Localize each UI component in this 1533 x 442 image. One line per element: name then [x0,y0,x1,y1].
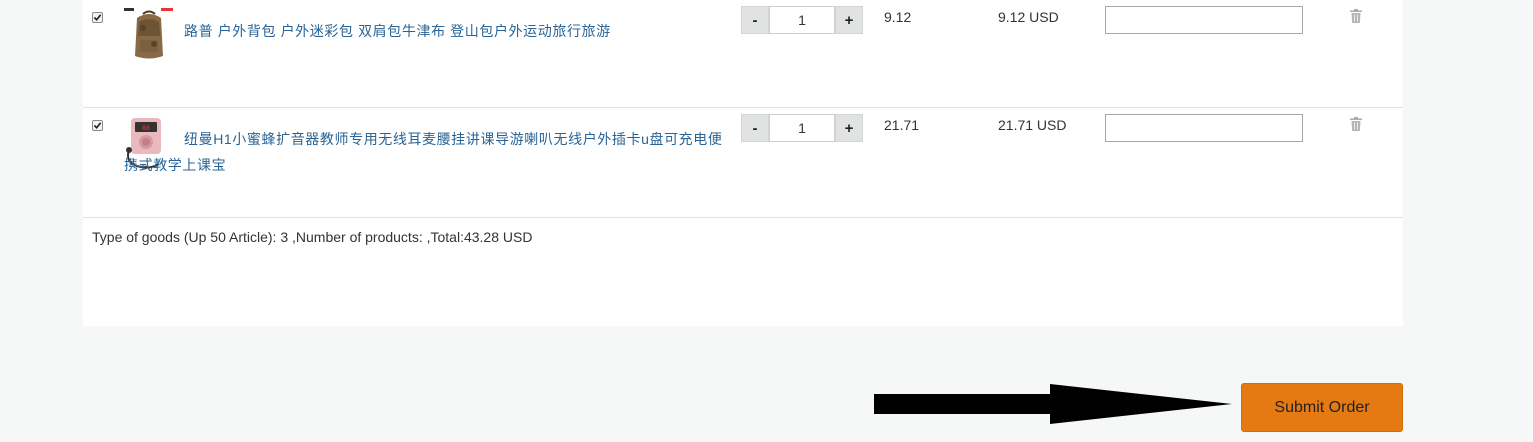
remark-input[interactable] [1105,114,1303,142]
cart-row: 88 纽曼H1小蜜蜂扩音器教师专用无线耳麦腰挂讲课导游喇叭无线户外插卡u盘可充电… [83,108,1403,218]
item-checkbox[interactable] [92,120,103,131]
trash-icon [1350,117,1362,131]
quantity-input[interactable] [769,114,835,142]
product-name-link[interactable]: 纽曼H1小蜜蜂扩音器教师专用无线耳麦腰挂讲课导游喇叭无线户外插卡u盘可充电便携式… [124,126,724,178]
quantity-stepper: - + [741,114,863,142]
checkmark-icon [93,14,102,21]
arrow-icon [872,382,1234,426]
increase-quantity-button[interactable]: + [835,114,863,142]
trash-icon [1350,9,1362,23]
item-subtotal: 9.12 USD [998,9,1059,25]
remark-input[interactable] [1105,6,1303,34]
item-checkbox[interactable] [92,12,103,23]
item-subtotal: 21.71 USD [998,117,1067,133]
quantity-input[interactable] [769,6,835,34]
product-name-link[interactable]: 路普 户外背包 户外迷彩包 双肩包牛津布 登山包户外运动旅行旅游 [124,18,724,44]
decrease-quantity-button[interactable]: - [741,6,769,34]
submit-order-button[interactable]: Submit Order [1241,383,1403,432]
cart-summary: Type of goods (Up 50 Article): 3 ,Number… [92,229,533,245]
cart-panel: 路普 户外背包 户外迷彩包 双肩包牛津布 登山包户外运动旅行旅游 - + 9.1… [83,0,1403,326]
increase-quantity-button[interactable]: + [835,6,863,34]
quantity-stepper: - + [741,6,863,34]
delete-item-button[interactable] [1350,9,1362,23]
pointing-arrow-icon [874,384,1232,424]
delete-item-button[interactable] [1350,117,1362,131]
cart-row: 路普 户外背包 户外迷彩包 双肩包牛津布 登山包户外运动旅行旅游 - + 9.1… [83,0,1403,108]
unit-price: 9.12 [884,9,912,25]
unit-price: 21.71 [884,117,920,133]
decrease-quantity-button[interactable]: - [741,114,769,142]
checkmark-icon [93,122,102,129]
